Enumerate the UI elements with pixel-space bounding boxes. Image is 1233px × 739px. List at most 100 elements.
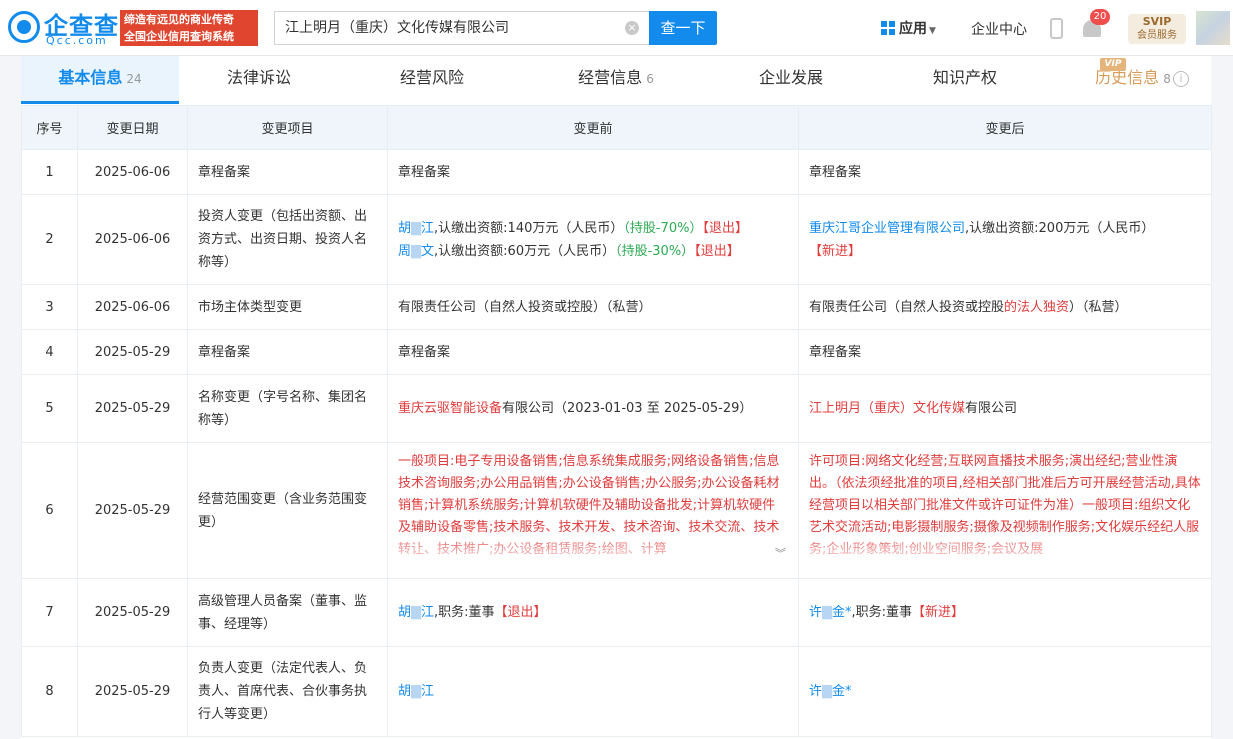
highlight-diff: 江上明月（重庆）文化传媒 xyxy=(809,401,966,416)
tab-label: 经营风险 xyxy=(399,68,464,87)
table-row: 2 2025-06-06 投资人变更（包括出资额、出资方式、出资日期、投资人名称… xyxy=(21,194,1212,285)
person-name-link[interactable]: 许▇金* xyxy=(809,684,852,699)
info-icon[interactable]: i xyxy=(1173,71,1189,87)
tab-business-risk[interactable]: 经营风险 xyxy=(339,56,525,101)
new-tag: 【新进】 xyxy=(809,243,862,259)
investor-share: （持股-30%） xyxy=(615,243,695,259)
tab-label: 基本信息 xyxy=(58,68,123,87)
tab-label: 知识产权 xyxy=(932,68,997,87)
svip-button[interactable]: SVIP 会员服务 xyxy=(1128,14,1186,44)
search-button[interactable]: 查一下 xyxy=(649,11,717,45)
cell-before: 胡▇江,职务:董事【退出】 xyxy=(387,578,799,647)
cell-date: 2025-05-29 xyxy=(77,578,188,647)
cell-item: 章程备案 xyxy=(187,329,388,375)
avatar[interactable] xyxy=(1196,11,1230,45)
person-name-link[interactable]: 胡▇江 xyxy=(398,605,434,620)
table-row: 6 2025-05-29 经营范围变更（含业务范围变更） 一般项目:电子专用设备… xyxy=(21,442,1212,579)
table-header: 序号 变更日期 变更项目 变更前 变更后 xyxy=(21,105,1212,150)
exit-tag: 【退出】 xyxy=(494,605,547,620)
cell-index: 5 xyxy=(21,374,78,443)
tab-label: 经营信息 xyxy=(578,68,643,87)
cell-index: 2 xyxy=(21,194,78,285)
logo-domain: Qcc.com xyxy=(46,34,108,47)
cell-index: 8 xyxy=(21,646,78,737)
cell-before: 胡▇江 xyxy=(387,646,799,737)
cell-after: 有限责任公司（自然人投资或控股的法人独资）（私营） xyxy=(798,284,1212,330)
cell-after: 许▇金*,职务:董事【新进】 xyxy=(798,578,1212,647)
cell-date: 2025-05-29 xyxy=(77,374,188,443)
investor-name-link[interactable]: 周▇文 xyxy=(398,244,434,259)
cell-index: 4 xyxy=(21,329,78,375)
cell-after: 许可项目:网络文化经营;互联网直播技术服务;演出经纪;营业性演出。（依法须经批准… xyxy=(798,442,1212,579)
person-name-link[interactable]: 胡▇江 xyxy=(398,684,434,699)
cell-item: 名称变更（字号名称、集团名称等） xyxy=(187,374,388,443)
cell-after: 章程备案 xyxy=(798,149,1212,195)
clear-search-icon[interactable]: × xyxy=(625,21,639,35)
cell-before: 重庆云驱智能设备有限公司（2023-01-03 至 2025-05-29） xyxy=(387,374,799,443)
cell-before: 有限责任公司（自然人投资或控股）（私营） xyxy=(387,284,799,330)
cell-item: 章程备案 xyxy=(187,149,388,195)
column-header-index: 序号 xyxy=(21,105,78,150)
cell-index: 1 xyxy=(21,149,78,195)
table-row: 3 2025-06-06 市场主体类型变更 有限责任公司（自然人投资或控股）（私… xyxy=(21,284,1212,330)
investor-amount: ,认缴出资额:140万元（人民币） xyxy=(434,220,624,236)
slogan-line-1: 缔造有远见的商业传奇 xyxy=(124,13,234,26)
investor-name-link[interactable]: 胡▇江 xyxy=(398,221,434,236)
table-row: 7 2025-05-29 高级管理人员备案（董事、监事、经理等） 胡▇江,职务:… xyxy=(21,578,1212,647)
tab-count: 24 xyxy=(126,72,142,86)
highlight-diff: 重庆云驱智能设备 xyxy=(398,401,503,416)
column-header-after: 变更后 xyxy=(798,105,1212,150)
mobile-phone-icon[interactable] xyxy=(1050,18,1063,39)
table-row: 8 2025-05-29 负责人变更（法定代表人、负责人、首席代表、合伙事务执行… xyxy=(21,646,1212,737)
investor-share: （持股-70%） xyxy=(623,220,703,236)
enterprise-center-link[interactable]: 企业中心 xyxy=(971,19,1027,39)
content-panel: 基本信息 24 法律诉讼 经营风险 经营信息 6 企业发展 知识产权 历史信息 8 V… xyxy=(21,56,1212,739)
tab-count: 6 xyxy=(646,72,654,86)
app-menu[interactable]: 应用 ▼ xyxy=(881,18,936,40)
cell-after: 江上明月（重庆）文化传媒有限公司 xyxy=(798,374,1212,443)
cell-date: 2025-05-29 xyxy=(77,329,188,375)
cell-after: 章程备案 xyxy=(798,329,1212,375)
cell-after: 重庆江哥企业管理有限公司,认缴出资额:200万元（人民币） 【新进】 xyxy=(798,194,1212,285)
tab-basic-info[interactable]: 基本信息 24 xyxy=(21,56,179,101)
cell-after: 许▇金* xyxy=(798,646,1212,737)
slogan-line-2: 全国企业信用查询系统 xyxy=(124,30,234,43)
tab-label: 企业发展 xyxy=(758,68,823,87)
cell-date: 2025-06-06 xyxy=(77,149,188,195)
chevron-double-down-icon[interactable]: ︾ xyxy=(775,543,786,565)
cell-before: 一般项目:电子专用设备销售;信息系统集成服务;网络设备销售;信息技术咨询服务;办… xyxy=(387,442,799,579)
cell-item: 高级管理人员备案（董事、监事、经理等） xyxy=(187,578,388,647)
grid-icon xyxy=(881,21,895,35)
tab-label: 法律诉讼 xyxy=(226,68,291,87)
tab-ip[interactable]: 知识产权 xyxy=(875,56,1055,101)
scope-text: 一般项目:电子专用设备销售;信息系统集成服务;网络设备销售;信息技术咨询服务;办… xyxy=(398,443,788,569)
cell-date: 2025-06-06 xyxy=(77,194,188,285)
tab-count: 8 xyxy=(1163,72,1171,86)
tab-development[interactable]: 企业发展 xyxy=(707,56,875,101)
search-input[interactable]: 江上明月（重庆）文化传媒有限公司 xyxy=(274,11,650,45)
svip-subtitle: 会员服务 xyxy=(1137,30,1177,41)
cell-before: 胡▇江,认缴出资额:140万元（人民币）（持股-70%）【退出】 周▇文,认缴出… xyxy=(387,194,799,285)
change-record-table: 序号 变更日期 变更项目 变更前 变更后 1 2025-06-06 章程备案 章… xyxy=(21,105,1212,737)
table-row: 1 2025-06-06 章程备案 章程备案 章程备案 xyxy=(21,149,1212,195)
cell-item: 负责人变更（法定代表人、负责人、首席代表、合伙事务执行人等变更） xyxy=(187,646,388,737)
cell-date: 2025-06-06 xyxy=(77,284,188,330)
cell-item: 市场主体类型变更 xyxy=(187,284,388,330)
logo-icon[interactable] xyxy=(8,11,40,43)
top-nav: 企查查 Qcc.com 缔造有远见的商业传奇 全国企业信用查询系统 江上明月（重… xyxy=(0,0,1233,56)
cell-before: 章程备案 xyxy=(387,329,799,375)
person-name-link[interactable]: 许▇金* xyxy=(809,605,852,620)
column-header-before: 变更前 xyxy=(387,105,799,150)
investor-name-link[interactable]: 重庆江哥企业管理有限公司 xyxy=(809,221,965,236)
cell-item: 投资人变更（包括出资额、出资方式、出资日期、投资人名称等） xyxy=(187,194,388,285)
cell-item: 经营范围变更（含业务范围变更） xyxy=(187,442,388,579)
new-tag: 【新进】 xyxy=(912,605,965,620)
highlight-diff: 的法人独资 xyxy=(1004,299,1070,315)
table-row: 4 2025-05-29 章程备案 章程备案 章程备案 xyxy=(21,329,1212,375)
tab-operation-info[interactable]: 经营信息 6 xyxy=(525,56,707,101)
tab-legal[interactable]: 法律诉讼 xyxy=(179,56,339,101)
cell-index: 3 xyxy=(21,284,78,330)
cell-index: 7 xyxy=(21,578,78,647)
investor-amount: ,认缴出资额:60万元（人民币） xyxy=(434,243,616,259)
table-row: 5 2025-05-29 名称变更（字号名称、集团名称等） 重庆云驱智能设备有限… xyxy=(21,374,1212,443)
